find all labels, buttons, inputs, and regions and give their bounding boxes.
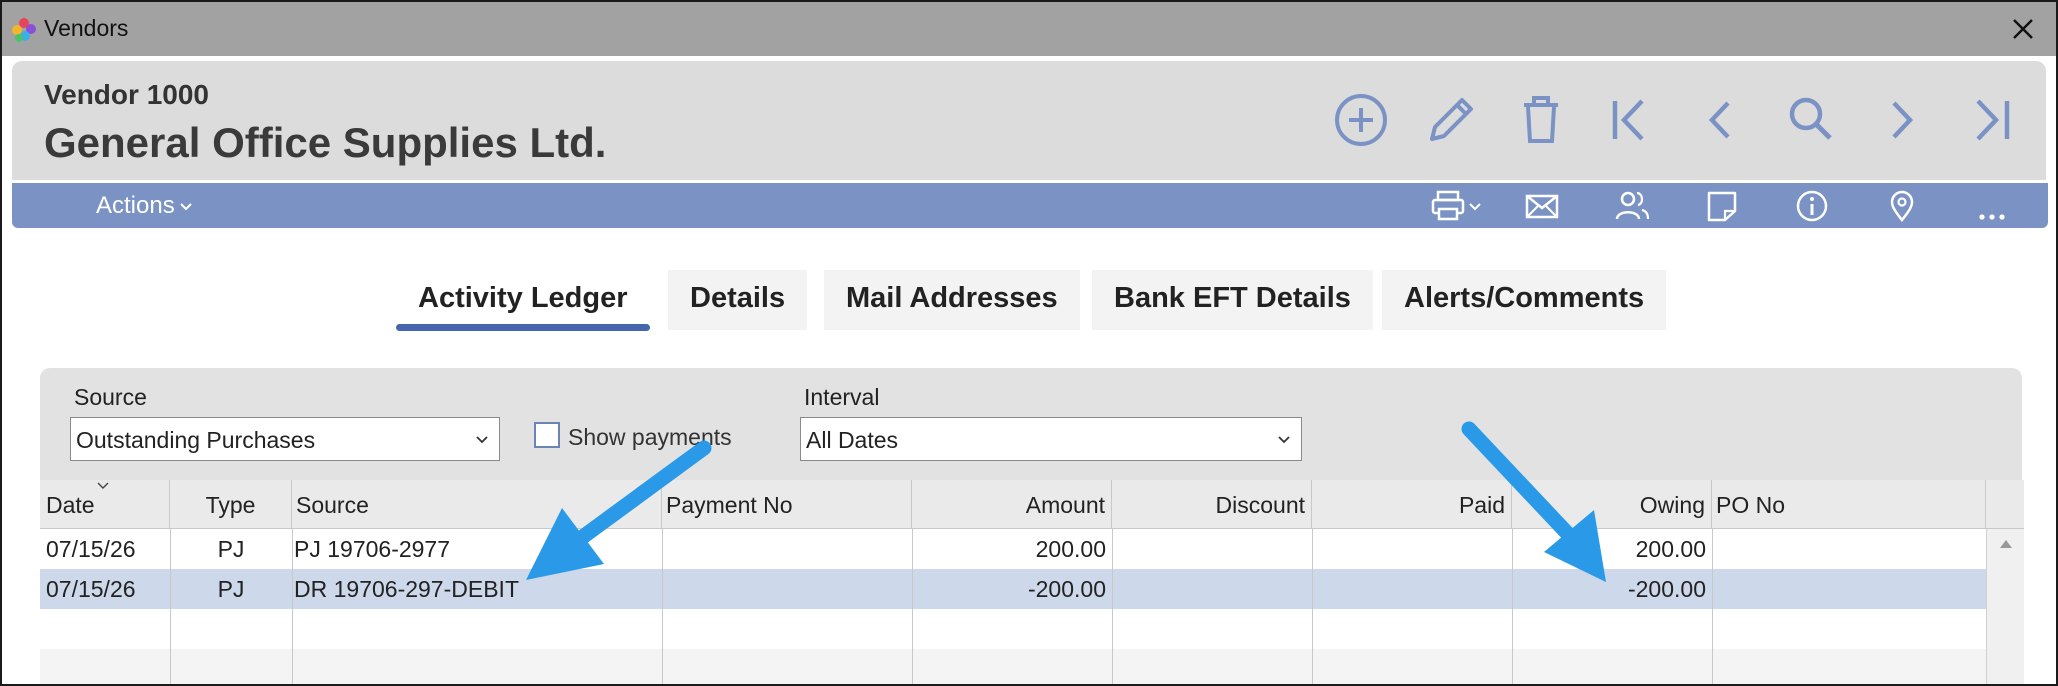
column-divider — [1312, 529, 1313, 684]
action-bar: Actions — [12, 183, 2048, 228]
next-record-icon[interactable] — [1872, 91, 1930, 149]
chevron-down-icon — [1278, 436, 1290, 444]
tab-mail-addresses[interactable]: Mail Addresses — [824, 270, 1080, 330]
column-header-owing[interactable]: Owing — [1512, 480, 1712, 529]
record-header: Vendor 1000 General Office Supplies Ltd. — [12, 61, 2046, 180]
column-header-paid[interactable]: Paid — [1312, 480, 1512, 529]
cell-discount — [1112, 569, 1306, 609]
tab-strip: Activity Ledger Details Mail Addresses B… — [2, 270, 2056, 336]
column-header-amount[interactable]: Amount — [912, 480, 1112, 529]
source-value: Outstanding Purchases — [76, 427, 316, 453]
source-label: Source — [74, 384, 147, 410]
column-header-type[interactable]: Type — [170, 480, 292, 529]
table-row-selected[interactable]: 07/15/26 PJ DR 19706-297-DEBIT -200.00 -… — [40, 569, 1986, 609]
email-icon[interactable] — [1524, 189, 1560, 223]
cell-paid — [1312, 569, 1506, 609]
column-divider — [1512, 529, 1513, 684]
last-record-icon[interactable] — [1962, 91, 2020, 149]
column-header-date[interactable]: Date — [40, 480, 170, 529]
print-icon[interactable] — [1430, 189, 1486, 223]
interval-value: All Dates — [806, 427, 899, 453]
column-divider — [1112, 529, 1113, 684]
column-header-source[interactable]: Source — [292, 480, 662, 529]
contacts-people-icon[interactable] — [1614, 189, 1650, 223]
note-icon[interactable] — [1704, 189, 1740, 223]
interval-label: Interval — [804, 384, 880, 410]
column-header-discount[interactable]: Discount — [1112, 480, 1312, 529]
tab-details[interactable]: Details — [668, 270, 808, 330]
vendor-name: General Office Supplies Ltd. — [44, 119, 607, 166]
cell-source: PJ 19706-2977 — [294, 536, 451, 562]
column-divider — [912, 529, 913, 684]
table-row-empty[interactable] — [40, 649, 1986, 684]
app-logo-icon — [12, 18, 36, 42]
close-icon[interactable] — [2008, 14, 2038, 44]
location-pin-icon[interactable] — [1884, 189, 1920, 223]
grid-header: Date Type Source Payment No Amount Disco… — [40, 480, 2024, 529]
cell-date: 07/15/26 — [46, 536, 136, 562]
window-title: Vendors — [44, 15, 129, 41]
scroll-up-arrow-icon[interactable] — [1999, 539, 2013, 549]
cell-discount — [1112, 529, 1306, 569]
column-divider — [170, 529, 171, 684]
table-row[interactable]: 07/15/26 PJ PJ 19706-2977 200.00 200.00 — [40, 529, 1986, 569]
table-row-empty[interactable] — [40, 609, 1986, 649]
show-payments-label[interactable]: Show payments — [568, 424, 732, 451]
title-bar: Vendors — [2, 2, 2056, 56]
cell-paid — [1312, 529, 1506, 569]
first-record-icon[interactable] — [1602, 91, 1660, 149]
more-options-icon[interactable] — [1974, 189, 2010, 223]
column-divider — [662, 529, 663, 684]
tab-bank-eft-details[interactable]: Bank EFT Details — [1092, 270, 1373, 330]
source-dropdown[interactable]: Outstanding Purchases — [70, 417, 500, 461]
cell-amount: -200.00 — [1027, 576, 1106, 602]
cell-amount: 200.00 — [1035, 536, 1106, 562]
actions-label: Actions — [96, 192, 175, 219]
cell-source: DR 19706-297-DEBIT — [294, 576, 519, 602]
show-payments-checkbox[interactable] — [534, 422, 560, 448]
column-divider — [1712, 529, 1713, 684]
vendors-window: Vendors Vendor 1000 General Office Suppl… — [0, 0, 2058, 686]
cell-type: PJ — [217, 576, 245, 602]
search-icon[interactable] — [1782, 91, 1840, 149]
cell-type: PJ — [217, 536, 245, 562]
edit-pencil-icon[interactable] — [1422, 91, 1480, 149]
sort-descending-icon — [97, 482, 109, 489]
add-record-icon[interactable] — [1332, 91, 1390, 149]
activity-ledger-grid: Date Type Source Payment No Amount Disco… — [40, 480, 2024, 684]
actions-menu-button[interactable]: Actions — [96, 192, 193, 220]
cell-date: 07/15/26 — [46, 576, 136, 602]
tab-alerts-comments[interactable]: Alerts/Comments — [1382, 270, 1667, 330]
active-tab-indicator — [396, 324, 650, 331]
vendor-number: Vendor 1000 — [44, 79, 209, 110]
chevron-down-icon — [179, 202, 192, 211]
cell-owing: -200.00 — [1627, 576, 1706, 602]
chevron-down-icon — [476, 436, 488, 444]
cell-owing: 200.00 — [1635, 536, 1706, 562]
interval-dropdown[interactable]: All Dates — [800, 417, 1302, 461]
tab-activity-ledger[interactable]: Activity Ledger — [396, 270, 650, 330]
column-header-payment-no[interactable]: Payment No — [662, 480, 912, 529]
column-divider — [292, 529, 293, 684]
vertical-scrollbar[interactable] — [1986, 529, 2024, 684]
previous-record-icon[interactable] — [1692, 91, 1750, 149]
column-header-po-no[interactable]: PO No — [1712, 480, 1986, 529]
info-icon[interactable] — [1794, 189, 1830, 223]
delete-trash-icon[interactable] — [1512, 91, 1570, 149]
